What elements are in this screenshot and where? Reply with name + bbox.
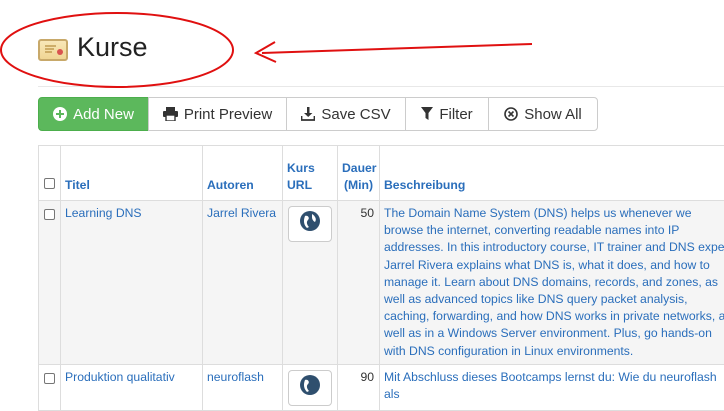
show-all-button[interactable]: Show All bbox=[488, 97, 598, 131]
course-url-button[interactable] bbox=[288, 370, 332, 406]
globe-icon bbox=[299, 210, 321, 237]
save-csv-button[interactable]: Save CSV bbox=[286, 97, 406, 131]
cell-title[interactable]: Produktion qualitativ bbox=[61, 364, 203, 410]
row-select-cell bbox=[39, 201, 61, 365]
show-all-label: Show All bbox=[524, 106, 582, 123]
select-all-checkbox[interactable] bbox=[44, 178, 55, 189]
times-circle-icon bbox=[504, 107, 518, 121]
download-icon bbox=[301, 107, 315, 121]
toolbar: Add New Print Preview Save CSV Filter Sh… bbox=[38, 97, 598, 131]
filter-button[interactable]: Filter bbox=[405, 97, 489, 131]
course-url-button[interactable] bbox=[288, 206, 332, 242]
filter-label: Filter bbox=[439, 106, 472, 123]
cell-title[interactable]: Learning DNS bbox=[61, 201, 203, 365]
courses-table-container: Titel Autoren Kurs URL Dauer (Min) Besch… bbox=[38, 145, 724, 411]
row-checkbox[interactable] bbox=[44, 373, 55, 384]
table-row[interactable]: Learning DNS Jarrel Rivera 50 The Domain… bbox=[39, 201, 724, 365]
row-checkbox[interactable] bbox=[44, 209, 55, 220]
table-row[interactable]: Produktion qualitativ neuroflash 90 Mit … bbox=[39, 364, 724, 410]
plus-circle-icon bbox=[53, 107, 67, 121]
column-header-authors[interactable]: Autoren bbox=[203, 146, 283, 201]
column-header-duration[interactable]: Dauer (Min) bbox=[338, 146, 380, 201]
cell-authors: neuroflash bbox=[203, 364, 283, 410]
cell-description: The Domain Name System (DNS) helps us wh… bbox=[380, 201, 724, 365]
cell-duration: 50 bbox=[338, 201, 380, 365]
add-new-label: Add New bbox=[73, 106, 134, 123]
column-header-description[interactable]: Beschreibung bbox=[380, 146, 724, 201]
table-header-row: Titel Autoren Kurs URL Dauer (Min) Besch… bbox=[39, 146, 724, 201]
print-icon bbox=[163, 107, 178, 121]
cell-url bbox=[283, 201, 338, 365]
filter-icon bbox=[421, 107, 433, 121]
cell-duration: 90 bbox=[338, 364, 380, 410]
cell-description: Mit Abschluss dieses Bootcamps lernst du… bbox=[380, 364, 724, 410]
annotation-arrow bbox=[262, 44, 532, 53]
annotation-overlay bbox=[0, 0, 724, 100]
row-select-cell bbox=[39, 364, 61, 410]
save-csv-label: Save CSV bbox=[321, 106, 390, 123]
column-header-url[interactable]: Kurs URL bbox=[283, 146, 338, 201]
annotation-ellipse bbox=[1, 13, 233, 87]
select-all-header bbox=[39, 146, 61, 201]
print-preview-button[interactable]: Print Preview bbox=[148, 97, 287, 131]
column-header-title[interactable]: Titel bbox=[61, 146, 203, 201]
cell-authors: Jarrel Rivera bbox=[203, 201, 283, 365]
courses-table: Titel Autoren Kurs URL Dauer (Min) Besch… bbox=[38, 145, 724, 411]
globe-icon bbox=[299, 374, 321, 401]
cell-url bbox=[283, 364, 338, 410]
add-new-button[interactable]: Add New bbox=[38, 97, 149, 131]
print-preview-label: Print Preview bbox=[184, 106, 272, 123]
